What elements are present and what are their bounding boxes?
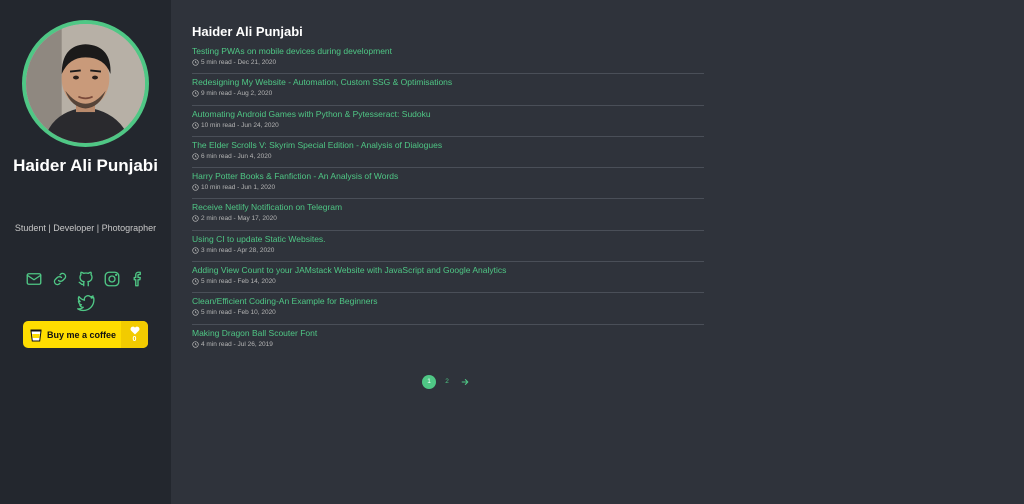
- post-meta: 10 min read - Jun 1, 2020: [192, 184, 275, 191]
- post-item: The Elder Scrolls V: Skyrim Special Edit…: [192, 137, 704, 169]
- post-item: Clean/Efficient Coding-An Example for Be…: [192, 293, 704, 325]
- pagination: 12: [422, 375, 472, 389]
- post-title-link[interactable]: Using CI to update Static Websites.: [192, 234, 326, 244]
- clock-icon: [192, 59, 199, 66]
- clock-icon: [192, 90, 199, 97]
- clock-icon: [192, 184, 199, 191]
- coffee-cup-icon: [30, 329, 42, 341]
- post-meta-text: 2 min read - May 17, 2020: [201, 215, 277, 223]
- post-meta: 4 min read - Jul 26, 2019: [192, 341, 273, 348]
- post-title-link[interactable]: The Elder Scrolls V: Skyrim Special Edit…: [192, 140, 442, 150]
- sidebar: Haider Ali Punjabi Student | Developer |…: [0, 0, 171, 504]
- post-meta-text: 6 min read - Jun 4, 2020: [201, 152, 272, 160]
- post-meta: 5 min read - Dec 21, 2020: [192, 59, 276, 66]
- post-list: Testing PWAs on mobile devices during de…: [192, 43, 704, 356]
- clock-icon: [192, 341, 199, 348]
- post-meta: 2 min read - May 17, 2020: [192, 215, 277, 222]
- post-item: Harry Potter Books & Fanfiction - An Ana…: [192, 168, 704, 200]
- post-meta-text: 10 min read - Jun 24, 2020: [201, 121, 279, 129]
- buy-me-a-coffee-button[interactable]: Buy me a coffee 0: [23, 321, 148, 348]
- post-meta-text: 5 min read - Dec 21, 2020: [201, 59, 277, 66]
- github-icon[interactable]: [77, 270, 95, 288]
- arrow-right-icon: [461, 379, 469, 385]
- post-item: Making Dragon Ball Scouter Font 4 min rea…: [192, 325, 704, 356]
- post-item: Redesigning My Website - Automation, Cus…: [192, 74, 704, 106]
- post-meta-text: 10 min read - Jun 1, 2020: [201, 184, 276, 192]
- post-meta: 5 min read - Feb 14, 2020: [192, 278, 276, 285]
- post-item: Automating Android Games with Python & P…: [192, 106, 704, 137]
- coffee-count-badge: 0: [121, 321, 148, 348]
- post-item: Testing PWAs on mobile devices during de…: [192, 43, 704, 75]
- post-item: Adding View Count to your JAMstack Websi…: [192, 262, 704, 294]
- post-meta-text: 5 min read - Feb 10, 2020: [201, 309, 276, 317]
- link-icon[interactable]: [51, 270, 69, 288]
- clock-icon: [192, 153, 199, 160]
- post-item: Using CI to update Static Websites. 3 min…: [192, 231, 704, 263]
- post-meta: 6 min read - Jun 4, 2020: [192, 153, 271, 160]
- post-title-link[interactable]: Adding View Count to your JAMstack Websi…: [192, 265, 506, 275]
- post-meta: 3 min read - Apr 28, 2020: [192, 247, 274, 254]
- mail-icon[interactable]: [25, 270, 43, 288]
- next-page-button[interactable]: [458, 375, 472, 389]
- post-item: Receive Netlify Notification on Telegram…: [192, 199, 704, 231]
- coffee-count: 0: [132, 335, 137, 343]
- post-meta-text: 3 min read - Apr 28, 2020: [201, 246, 275, 254]
- clock-icon: [192, 309, 199, 317]
- profile-avatar: [22, 20, 149, 147]
- post-title-link[interactable]: Redesigning My Website - Automation, Cus…: [192, 77, 452, 87]
- clock-icon: [192, 121, 199, 129]
- page-2-button[interactable]: 2: [440, 375, 454, 389]
- clock-icon: [192, 247, 199, 254]
- facebook-icon[interactable]: [129, 270, 147, 288]
- post-title-link[interactable]: Testing PWAs on mobile devices during de…: [192, 46, 392, 56]
- profile-tagline: Student | Developer | Photographer: [14, 223, 157, 233]
- page-title: Haider Ali Punjabi: [192, 24, 303, 39]
- post-meta: 10 min read - Jun 24, 2020: [192, 122, 279, 129]
- post-meta-text: 4 min read - Jul 26, 2019: [201, 340, 273, 348]
- post-meta: 9 min read - Aug 2, 2020: [192, 90, 272, 97]
- clock-icon: [192, 278, 199, 285]
- post-title-link[interactable]: Making Dragon Ball Scouter Font: [192, 328, 317, 338]
- twitter-icon[interactable]: [76, 294, 95, 312]
- post-title-link[interactable]: Automating Android Games with Python & P…: [192, 109, 431, 119]
- profile-name: Haider Ali Punjabi: [13, 156, 158, 175]
- post-meta-text: 5 min read - Feb 14, 2020: [201, 278, 276, 286]
- post-title-link[interactable]: Receive Netlify Notification on Telegram: [192, 202, 342, 212]
- social-links: [22, 270, 149, 312]
- post-title-link[interactable]: Harry Potter Books & Fanfiction - An Ana…: [192, 171, 398, 181]
- page-1-button[interactable]: 1: [422, 375, 436, 389]
- clock-icon: [192, 215, 199, 223]
- post-title-link[interactable]: Clean/Efficient Coding-An Example for Be…: [192, 296, 378, 306]
- instagram-icon[interactable]: [103, 270, 121, 288]
- coffee-label: Buy me a coffee: [47, 329, 117, 340]
- heart-icon: [130, 326, 139, 334]
- post-meta: 5 min read - Feb 10, 2020: [192, 309, 276, 316]
- post-meta-text: 9 min read - Aug 2, 2020: [201, 90, 273, 98]
